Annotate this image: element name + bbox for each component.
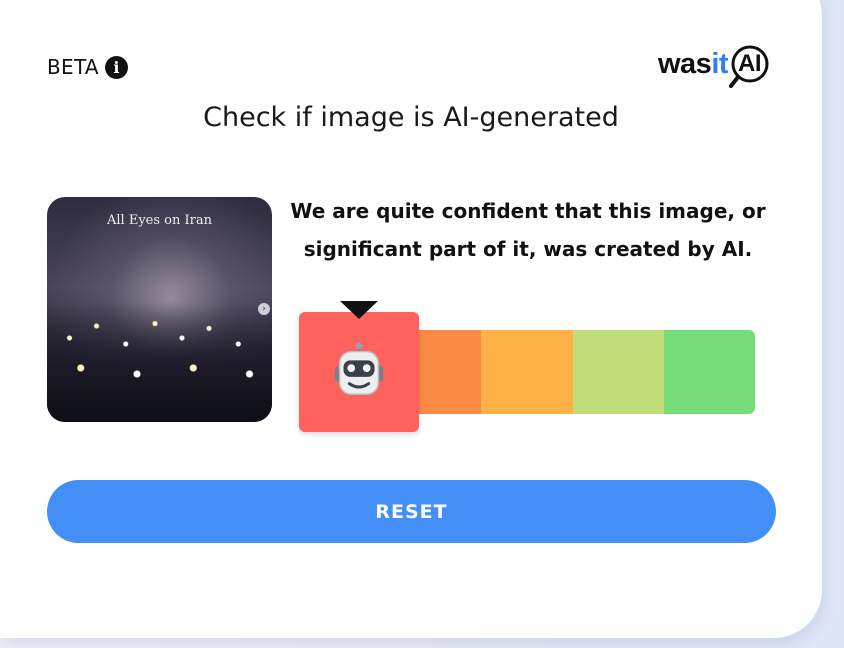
meter-pointer-icon	[340, 301, 378, 319]
meter-selected-marker	[299, 312, 419, 432]
page-title: Check if image is AI-generated	[203, 102, 619, 133]
robot-icon	[334, 342, 384, 396]
info-icon[interactable]: i	[104, 55, 128, 79]
logo-was-text: was	[658, 47, 712, 80]
carousel-next-icon[interactable]: ›	[258, 303, 270, 315]
reset-button[interactable]: RESET	[47, 480, 776, 543]
wasitai-logo: was it AI	[658, 44, 769, 88]
logo-it-text: it	[711, 47, 729, 80]
uploaded-image-thumbnail: All Eyes on Iran ›	[47, 197, 272, 422]
verdict-text: We are quite confident that this image, …	[290, 199, 766, 261]
meter-segment-5	[663, 330, 756, 414]
image-caption: All Eyes on Iran	[107, 213, 212, 228]
beta-badge: BETA i	[47, 55, 128, 79]
beta-label: BETA	[47, 55, 99, 79]
meter-segment-3	[481, 330, 573, 414]
meter-segment-4	[572, 330, 664, 414]
magnifier-icon: AI	[729, 44, 769, 88]
logo-ai-text: AI	[738, 50, 762, 77]
crowd-lights-image	[47, 302, 272, 422]
